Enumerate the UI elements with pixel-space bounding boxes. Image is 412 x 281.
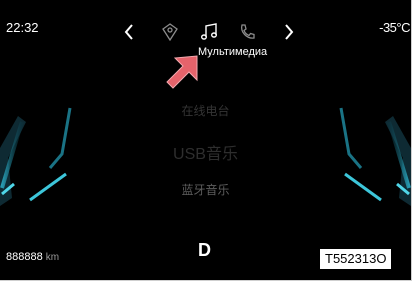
phone-icon: [241, 24, 255, 39]
tab-multimedia[interactable]: [196, 18, 222, 46]
navigation-pin-icon: [162, 23, 178, 41]
tab-navigation[interactable]: [157, 18, 183, 46]
chevron-left-icon: [124, 24, 133, 40]
outside-temperature: -35°C: [379, 20, 410, 35]
clock: 22:32: [6, 20, 39, 35]
music-note-icon: [201, 23, 217, 40]
menu-item-bluetooth-music[interactable]: 蓝牙音乐: [0, 181, 411, 198]
odometer-value: 888888: [6, 251, 43, 263]
pointer-arrow-icon: [166, 55, 198, 89]
chevron-right-icon: [285, 24, 294, 40]
menu-item-usb-music[interactable]: USB音乐: [0, 140, 411, 164]
gear-indicator: D: [198, 240, 211, 260]
tab-tooltip: Мультимедиа: [196, 45, 270, 59]
tab-phone[interactable]: [234, 18, 260, 46]
prev-button[interactable]: [116, 18, 142, 46]
odometer-unit: km: [45, 252, 60, 263]
cluster-screen: 22:32 -35°C Мультимедиа 在线电台 USB音乐 蓝牙音乐 …: [0, 0, 412, 281]
odometer: 888888 km: [6, 251, 59, 263]
next-button[interactable]: [276, 18, 302, 46]
menu-item-online-radio[interactable]: 在线电台: [0, 102, 411, 119]
reference-code-label: T552313O: [319, 248, 393, 270]
